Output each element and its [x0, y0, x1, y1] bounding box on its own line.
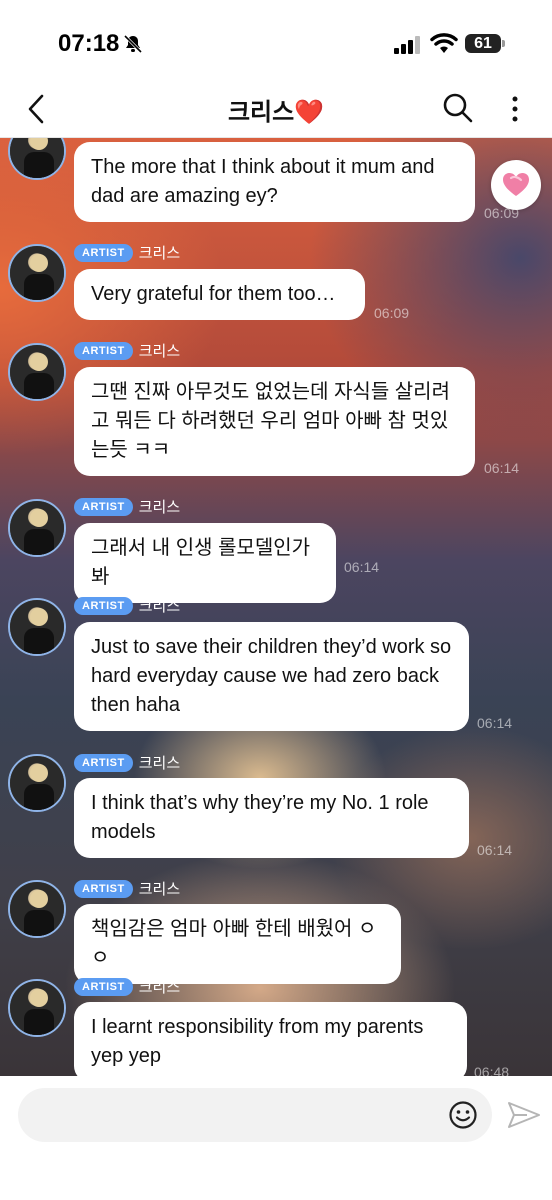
- bell-muted-icon: [123, 34, 143, 59]
- message-timestamp: 06:14: [477, 842, 513, 858]
- message-bubble[interactable]: I learnt responsibility from my parents …: [74, 1002, 467, 1076]
- wifi-icon: [430, 33, 458, 60]
- avatar[interactable]: [8, 138, 66, 180]
- avatar[interactable]: [8, 979, 66, 1037]
- artist-badge: ARTIST: [74, 977, 133, 996]
- message-bubble[interactable]: I think that’s why they’re my No. 1 role…: [74, 778, 469, 858]
- heart-reaction-button[interactable]: [491, 160, 541, 210]
- artist-badge: ARTIST: [74, 243, 133, 262]
- sender-name: 크리스: [138, 598, 181, 615]
- message-input[interactable]: [18, 1088, 492, 1142]
- sender-line: ARTIST 크리스: [74, 976, 180, 996]
- more-vertical-icon[interactable]: [510, 94, 520, 129]
- message-input-bar: [0, 1076, 552, 1200]
- message-bubble[interactable]: The more that I think about it mum and d…: [74, 142, 475, 222]
- message-timestamp: 06:48: [474, 1064, 510, 1076]
- message-timestamp: 06:14: [484, 460, 520, 476]
- avatar[interactable]: [8, 499, 66, 557]
- artist-badge: ARTIST: [74, 341, 133, 360]
- sender-line: ARTIST 크리스: [74, 878, 180, 898]
- message-bubble[interactable]: 그땐 진짜 아무것도 없었는데 자식들 살리려고 뭐든 다 하려했던 우리 엄마…: [74, 367, 475, 476]
- message-timestamp: 06:14: [477, 715, 513, 731]
- avatar[interactable]: [8, 754, 66, 812]
- cellular-signal-icon: [394, 36, 422, 59]
- status-time: 07:18: [58, 30, 120, 57]
- artist-badge: ARTIST: [74, 879, 133, 898]
- chat-header: 크리스❤️: [0, 82, 552, 138]
- avatar[interactable]: [8, 244, 66, 302]
- message-bubble[interactable]: Just to save their children they’d work …: [74, 622, 469, 731]
- search-icon[interactable]: [442, 92, 474, 129]
- sender-line: ARTIST 크리스: [74, 242, 180, 262]
- status-bar: 07:18 61: [0, 0, 552, 82]
- sender-name: 크리스: [138, 343, 181, 360]
- battery-cap: [502, 40, 505, 47]
- sender-line: ARTIST 크리스: [74, 595, 180, 615]
- message-timestamp: 06:09: [374, 305, 410, 321]
- send-icon[interactable]: [507, 1100, 541, 1135]
- avatar[interactable]: [8, 343, 66, 401]
- artist-badge: ARTIST: [74, 497, 133, 516]
- artist-badge: ARTIST: [74, 753, 133, 772]
- battery-indicator: 61: [465, 34, 501, 53]
- smiley-icon[interactable]: [448, 1100, 478, 1135]
- sender-name: 크리스: [138, 755, 181, 772]
- message-bubble[interactable]: 그래서 내 인생 롤모델인가봐: [74, 523, 336, 603]
- sender-line: ARTIST 크리스: [74, 340, 180, 360]
- sender-line: ARTIST 크리스: [74, 752, 180, 772]
- chat-background[interactable]: The more that I think about it mum and d…: [0, 138, 552, 1076]
- message-timestamp: 06:14: [344, 559, 380, 575]
- sender-name: 크리스: [138, 979, 181, 996]
- message-bubble[interactable]: 책임감은 엄마 아빠 한테 배웠어 ㅇㅇ: [74, 904, 401, 984]
- sender-name: 크리스: [138, 499, 181, 516]
- artist-badge: ARTIST: [74, 596, 133, 615]
- heart-icon: [502, 172, 530, 203]
- avatar[interactable]: [8, 598, 66, 656]
- sender-name: 크리스: [138, 881, 181, 898]
- avatar[interactable]: [8, 880, 66, 938]
- sender-line: ARTIST 크리스: [74, 496, 180, 516]
- sender-name: 크리스: [138, 245, 181, 262]
- message-bubble[interactable]: Very grateful for them too…: [74, 269, 365, 320]
